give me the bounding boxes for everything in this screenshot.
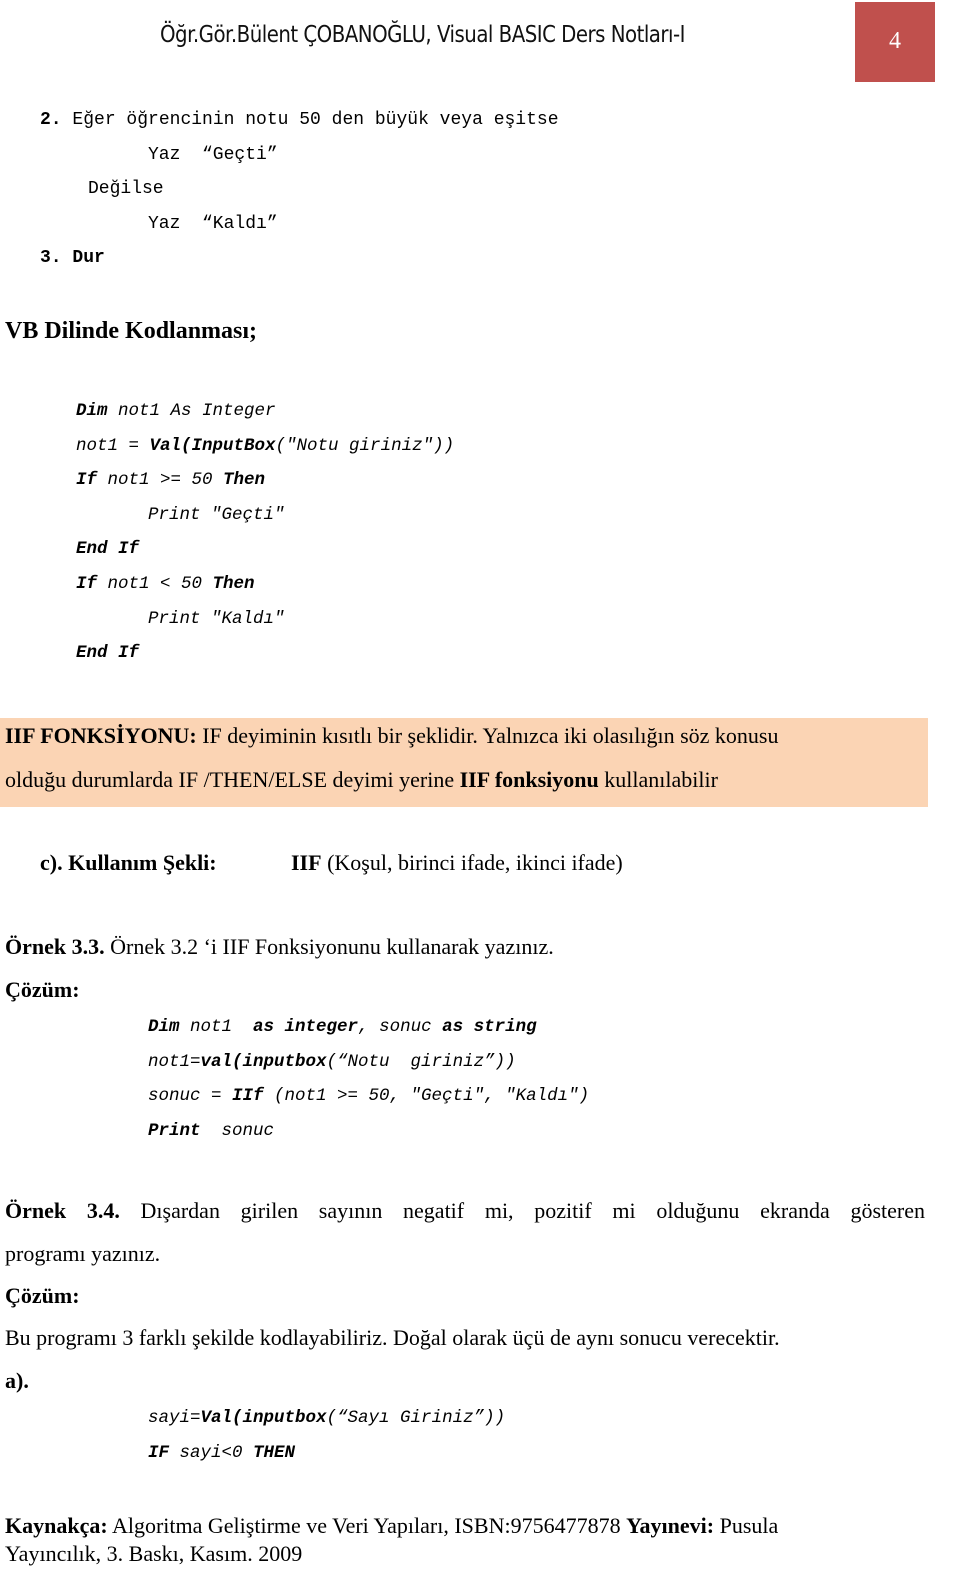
- code-line: not1=val(inputbox(“Notu giriniz”)): [148, 1052, 516, 1072]
- algorithm-step-3: 3. Dur: [40, 248, 105, 268]
- algorithm-yaz-kaldi: Yaz “Kaldı”: [148, 214, 278, 234]
- example-3-4-intro: Bu programı 3 farklı şekilde kodlayabili…: [5, 1325, 780, 1350]
- reference-line-2: Yayıncılık, 3. Baskı, Kasım. 2009: [5, 1541, 303, 1566]
- code-line: Print "Kaldı": [148, 609, 285, 629]
- code-line: sayi=Val(inputbox(“Sayı Giriniz”)): [148, 1408, 506, 1428]
- example-3-4-solution-label: Çözüm:: [5, 1283, 80, 1308]
- code-line: Print sonuc: [148, 1121, 275, 1141]
- code-line: Print "Geçti": [148, 505, 285, 525]
- part-a-label: a).: [5, 1368, 29, 1393]
- usage-label: c). Kullanım Şekli:: [40, 850, 217, 875]
- code-line: not1 = Val(InputBox("Notu giriniz")): [76, 436, 455, 456]
- step-number: 2.: [40, 110, 62, 130]
- code-line: Dim not1 as integer, sonuc as string: [148, 1017, 537, 1037]
- code-line: sonuc = IIf (not1 >= 50, "Geçti", "Kaldı…: [148, 1086, 590, 1106]
- example-3-3-title: Örnek 3.3. Örnek 3.2 ‘i IIF Fonksiyonunu…: [5, 934, 554, 959]
- usage-syntax: IIF (Koşul, birinci ifade, ikinci ifade): [291, 850, 623, 875]
- document-header-title: Öğr.Gör.Bülent ÇOBANOĞLU, Visual BASIC D…: [160, 22, 685, 48]
- page-number-badge: 4: [855, 2, 935, 82]
- reference-line-1: Kaynakça: Algoritma Geliştirme ve Veri Y…: [5, 1513, 779, 1538]
- example-3-4-title: Örnek 3.4. Dışardan girilen sayının nega…: [5, 1198, 925, 1223]
- code-line: If not1 < 50 Then: [76, 574, 255, 594]
- section-heading-vb: VB Dilinde Kodlanması;: [5, 318, 258, 344]
- iif-title: IIF FONKSİYONU:: [5, 723, 197, 748]
- step-text: Eğer öğrencinin notu 50 den büyük veya e…: [72, 110, 559, 130]
- iif-definition-line-2: olduğu durumlarda IF /THEN/ELSE deyimi y…: [5, 767, 718, 792]
- code-line: IF sayi<0 THEN: [148, 1443, 296, 1463]
- code-line: End If: [76, 539, 140, 559]
- page-number: 4: [889, 28, 901, 54]
- code-line: End If: [76, 643, 140, 663]
- algorithm-degilse: Değilse: [88, 179, 164, 199]
- algorithm-step-2: 2. Eğer öğrencinin notu 50 den büyük vey…: [40, 110, 559, 130]
- code-line: If not1 >= 50 Then: [76, 470, 266, 490]
- algorithm-yaz-gecti: Yaz “Geçti”: [148, 145, 278, 165]
- iif-definition-line-1: IIF FONKSİYONU: IF deyiminin kısıtlı bir…: [5, 723, 779, 748]
- example-3-4-title-cont: programı yazınız.: [5, 1241, 161, 1266]
- code-line: Dim not1 As Integer: [76, 401, 276, 421]
- iif-definition-box: IIF FONKSİYONU: IF deyiminin kısıtlı bir…: [0, 718, 928, 807]
- example-3-3-solution-label: Çözüm:: [5, 977, 80, 1002]
